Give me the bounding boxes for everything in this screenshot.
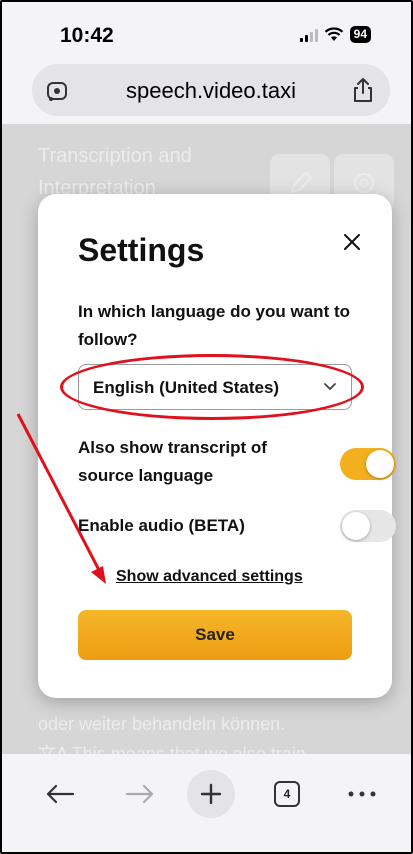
bottom-toolbar: 4	[2, 754, 411, 852]
audio-toggle[interactable]	[340, 510, 396, 542]
close-icon[interactable]	[340, 230, 364, 254]
transcript-toggle[interactable]	[340, 448, 396, 480]
chevron-down-icon	[324, 383, 336, 391]
status-bar: 10:42 94	[2, 2, 411, 62]
language-question: In which language do you want to follow?	[78, 302, 350, 349]
share-icon[interactable]	[352, 77, 374, 103]
status-icons: 94	[299, 26, 371, 43]
more-options-button[interactable]	[342, 776, 382, 812]
toggle-knob	[342, 512, 370, 540]
phone-screen: 10:42 94 speech.video.taxi Transcription…	[0, 0, 413, 854]
transcript-toggle-row: Also show transcript of source language	[78, 434, 396, 490]
advanced-settings-link[interactable]: Show advanced settings	[116, 568, 303, 586]
arrow-left-icon	[46, 784, 75, 804]
address-bar[interactable]: speech.video.taxi	[32, 64, 390, 116]
back-button[interactable]	[42, 776, 78, 812]
battery-indicator: 94	[349, 26, 371, 43]
audio-toggle-row: Enable audio (BETA)	[78, 510, 396, 542]
cellular-signal-icon	[299, 28, 318, 42]
transcript-toggle-label: Also show transcript of source language	[78, 438, 267, 485]
language-select-value: English (United States)	[93, 378, 280, 397]
tab-count-button[interactable]: 4	[274, 781, 300, 807]
forward-button[interactable]	[122, 776, 158, 812]
address-bar-area: speech.video.taxi	[2, 62, 411, 124]
ellipsis-icon	[348, 791, 376, 797]
toggle-knob	[366, 450, 394, 478]
new-tab-button[interactable]	[187, 770, 235, 818]
url-text[interactable]: speech.video.taxi	[32, 78, 390, 104]
status-time: 10:42	[60, 24, 114, 47]
wifi-icon	[324, 27, 344, 42]
background-text-line: oder weiter behandeln können.	[38, 714, 286, 734]
arrow-right-icon	[125, 784, 154, 804]
plus-icon	[200, 783, 222, 805]
language-select[interactable]: English (United States)	[78, 364, 352, 410]
settings-modal: Settings In which language do you want t…	[38, 194, 396, 698]
modal-title: Settings	[78, 232, 205, 268]
audio-toggle-label: Enable audio (BETA)	[78, 516, 245, 535]
save-button[interactable]: Save	[78, 610, 352, 660]
